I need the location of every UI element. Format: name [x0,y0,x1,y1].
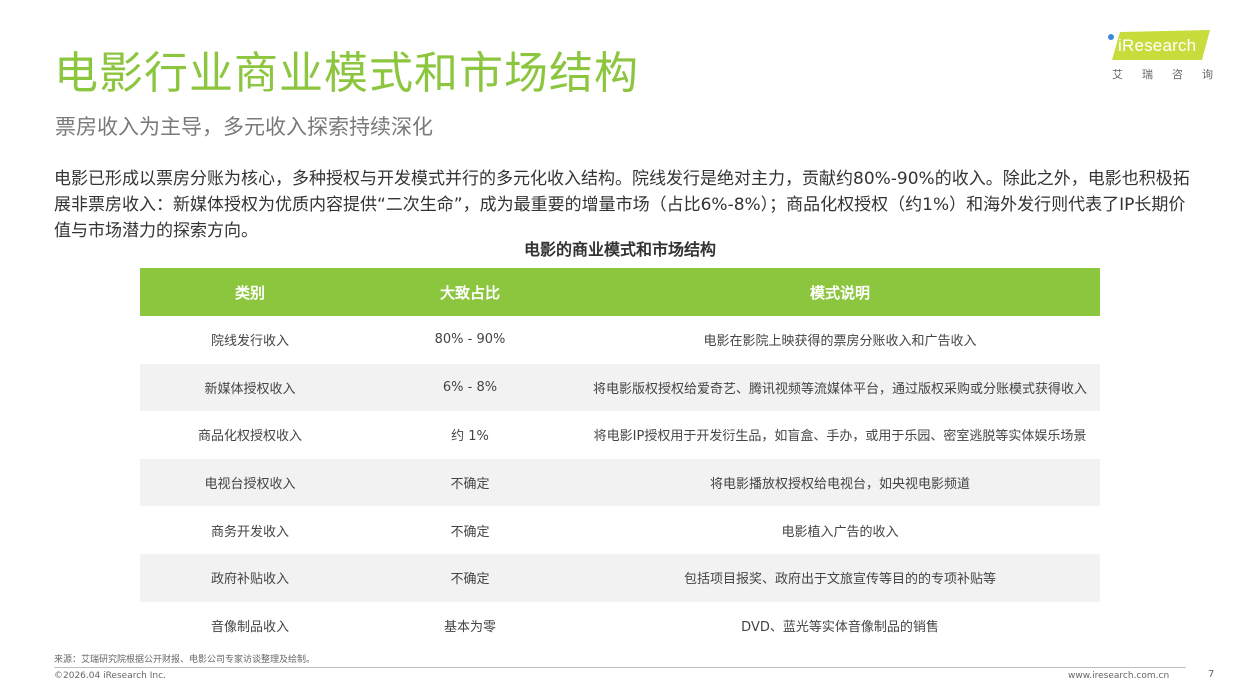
cell-description: 将电影IP授权用于开发衍生品，如盲盒、手办，或用于乐园、密室逃脱等实体娱乐场景 [593,429,1087,445]
table-row: 商务开发收入 不确定 电影植入广告的收入 [140,506,1100,554]
logo-brand-text: iResearch [1118,36,1197,55]
table-row: 电视台授权收入 不确定 将电影播放权授权给电视台，如央视电影频道 [140,458,1100,507]
cell-category: 院线发行收入 [210,334,289,350]
cell-share: 不确定 [450,524,490,540]
cell-description: 电影植入广告的收入 [781,524,899,540]
logo-brand-cn: 艾瑞咨询 [1112,68,1232,81]
cell-description: 将电影版权授权给爱奇艺、腾讯视频等流媒体平台，通过版权采购或分账模式获得收入 [592,381,1087,397]
cell-share: 不确定 [450,477,490,493]
table-row: 院线发行收入 80% - 90% 电影在影院上映获得的票房分账收入和广告收入 [140,316,1100,364]
cell-share: 6% - 8% [442,379,498,395]
page-title: 电影行业商业模式和市场结构 [54,48,639,99]
page-subtitle: 票房收入为主导，多元收入探索持续深化 [55,115,433,139]
logo-dot-icon [1108,34,1114,40]
table-title: 电影的商业模式和市场结构 [523,240,716,259]
header-category: 类别 [234,283,265,302]
cell-category: 音像制品收入 [210,619,289,635]
cell-description: DVD、蓝光等实体音像制品的销售 [741,619,939,635]
cell-share: 80% - 90% [434,332,506,348]
cell-category: 商务开发收入 [210,524,289,540]
source-note: 来源：艾瑞研究院根据公开财报、电影公司专家访谈整理及绘制。 [54,655,316,665]
table-row: 商品化权授权收入 约 1% 将电影IP授权用于开发衍生品，如盲盒、手办，或用于乐… [140,411,1100,459]
cell-category: 电视台授权收入 [204,477,296,493]
table-row: 政府补贴收入 不确定 包括项目报奖、政府出于文旅宣传等目的的专项补贴等 [140,553,1100,602]
page-number: 7 [1208,669,1215,680]
cell-category: 新媒体授权收入 [204,381,296,397]
header-share: 大致占比 [439,283,500,302]
footer-divider [54,667,1186,668]
website-link[interactable]: www.iresearch.com.cn [1068,671,1169,681]
header-description: 模式说明 [809,283,870,302]
iresearch-logo: iResearch 艾瑞咨询 [1106,30,1232,82]
cell-description: 将电影播放权授权给电视台，如央视电影频道 [709,477,970,493]
cell-description: 电影在影院上映获得的票房分账收入和广告收入 [703,334,977,350]
table-header-row: 类别 大致占比 模式说明 [140,268,1100,316]
intro-paragraph: 电影已形成以票房分账为核心，多种授权与开发模式并行的多元化收入结构。院线发行是绝… [54,169,1190,241]
business-model-table: 类别 大致占比 模式说明 院线发行收入 80% - 90% 电影在影院上映获得的… [140,268,1100,649]
cell-share: 基本为零 [443,619,496,635]
cell-category: 政府补贴收入 [210,572,289,588]
cell-share: 约 1% [451,429,489,445]
cell-share: 不确定 [450,572,490,588]
table-row: 新媒体授权收入 6% - 8% 将电影版权授权给爱奇艺、腾讯视频等流媒体平台，通… [140,363,1100,412]
copyright: ©2026.04 iResearch Inc. [54,671,166,681]
table-row: 音像制品收入 基本为零 DVD、蓝光等实体音像制品的销售 [140,602,1100,650]
cell-description: 包括项目报奖、政府出于文旅宣传等目的的专项补贴等 [683,572,996,588]
cell-category: 商品化权授权收入 [197,429,302,445]
